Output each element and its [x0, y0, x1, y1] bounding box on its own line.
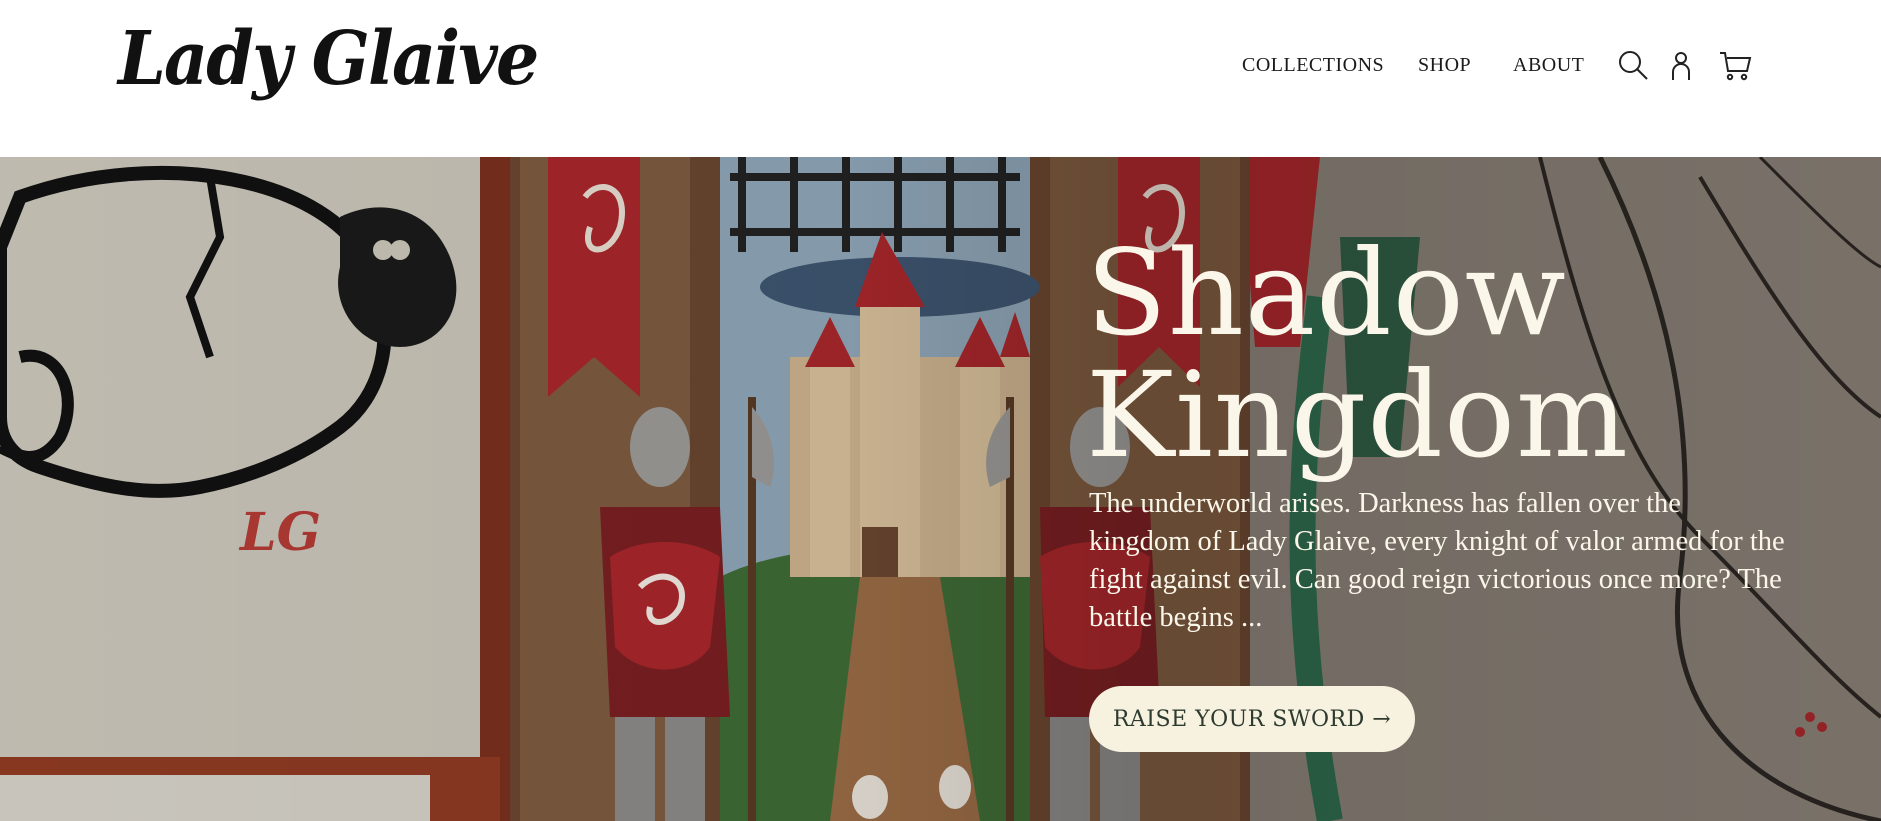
nav-collections[interactable]: COLLECTIONS — [1242, 54, 1384, 77]
hero-banner: LG — [0, 157, 1881, 821]
site-header: Lady Glaive COLLECTIONS SHOP ABOUT — [0, 0, 1881, 157]
logo[interactable]: Lady Glaive — [118, 22, 539, 96]
raise-your-sword-button[interactable]: RAISE YOUR SWORD → — [1089, 686, 1415, 752]
nav-about[interactable]: ABOUT — [1513, 54, 1584, 77]
hero-title-line1: Shadow — [1086, 224, 1567, 362]
search-icon[interactable] — [1616, 48, 1650, 82]
nav-shop[interactable]: SHOP — [1418, 54, 1471, 77]
hero-description: The underworld arises. Darkness has fall… — [1089, 488, 1785, 633]
cart-icon[interactable] — [1718, 48, 1752, 82]
hero-title: Shadow Kingdom — [1086, 232, 1846, 476]
hero-title-line2: Kingdom — [1086, 346, 1629, 484]
account-icon[interactable] — [1664, 48, 1698, 82]
